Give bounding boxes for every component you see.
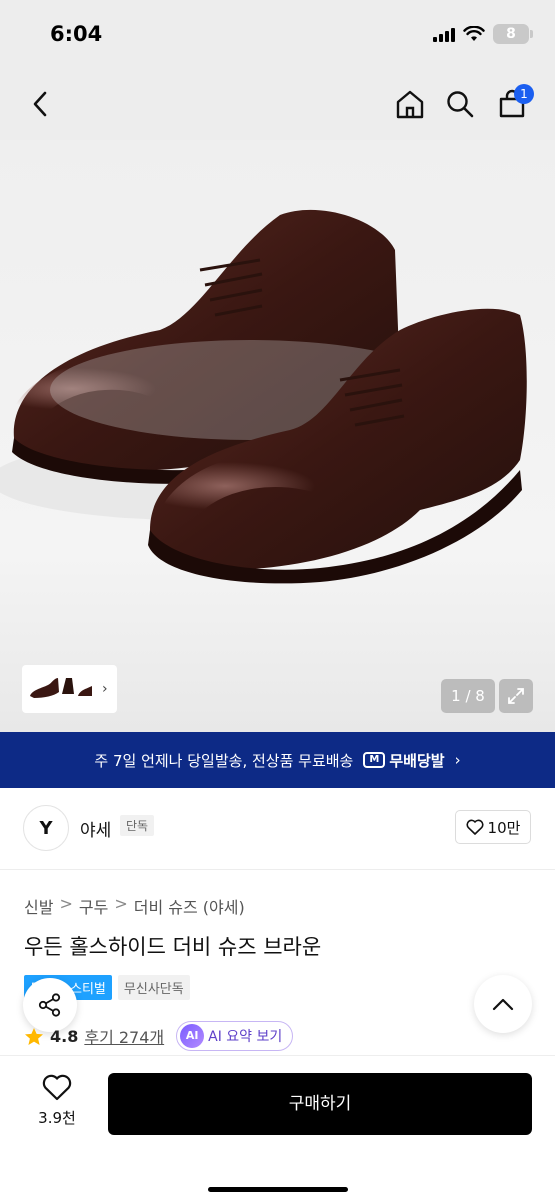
brand-exclusive-tag: 단독: [120, 815, 155, 836]
breadcrumb-item[interactable]: 더비 슈즈 (야세): [134, 894, 245, 918]
rating-row: 4.8 후기 274개 AI AI 요약 보기: [24, 1021, 294, 1051]
brand-like-button[interactable]: 10만: [455, 810, 531, 844]
heart-icon: [42, 1074, 72, 1101]
breadcrumb-separator-icon: >: [59, 894, 73, 913]
back-icon: [33, 91, 47, 117]
nav-bar: 1: [0, 70, 555, 228]
scroll-to-top-button[interactable]: [474, 975, 532, 1033]
brand-logo[interactable]: Y: [23, 805, 69, 851]
wifi-icon: [463, 26, 485, 41]
shipping-banner-text: 주 7일 언제나 당일발송, 전상품 무료배송: [94, 751, 354, 770]
breadcrumb-item[interactable]: 구두: [79, 894, 108, 918]
home-icon: [396, 90, 424, 119]
exclusive-tag: 무신사단독: [117, 975, 190, 1000]
cart-count-badge: 1: [514, 84, 534, 104]
heart-icon: [466, 819, 484, 835]
product-title: 우든 홀스하이드 더비 슈즈 브라운: [24, 935, 322, 959]
bottom-action-bar: 3.9천 구매하기: [0, 1055, 555, 1200]
breadcrumb-separator-icon: >: [114, 894, 128, 913]
wishlist-button[interactable]: 3.9천: [22, 1074, 92, 1128]
buy-button[interactable]: 구매하기: [108, 1073, 532, 1135]
battery-icon: 8: [493, 24, 533, 44]
product-image: [0, 209, 527, 584]
breadcrumb-item[interactable]: 신발: [24, 894, 53, 918]
status-time: 6:04: [50, 22, 103, 46]
star-icon: [25, 1027, 43, 1045]
delivery-truck-icon: M: [363, 752, 386, 768]
breadcrumb: 신발 > 구두 > 더비 슈즈 (야세): [24, 894, 245, 918]
free-delivery-badge: M 무배당발: [363, 750, 445, 771]
free-delivery-label: 무배당발: [389, 751, 445, 770]
home-indicator: [208, 1187, 348, 1192]
ai-summary-button[interactable]: AI AI 요약 보기: [176, 1021, 294, 1051]
search-button[interactable]: [438, 82, 482, 126]
rating-value: 4.8: [50, 1026, 79, 1046]
banner-chevron-icon: ›: [454, 751, 461, 769]
chevron-up-icon: [492, 998, 514, 1011]
status-bar: 6:04 8: [0, 0, 555, 70]
image-page-indicator: 1 / 8: [441, 679, 495, 713]
ai-summary-label: AI 요약 보기: [208, 1029, 283, 1045]
brand-name[interactable]: 야세: [80, 816, 111, 841]
review-count-link[interactable]: 후기 274개: [84, 1024, 164, 1048]
back-button[interactable]: [18, 82, 62, 126]
image-thumbnail[interactable]: ›: [22, 665, 117, 713]
shipping-banner[interactable]: 주 7일 언제나 당일발송, 전상품 무료배송 M 무배당발 ›: [0, 732, 555, 788]
wishlist-count: 3.9천: [38, 1109, 76, 1127]
brand-like-count: 10만: [487, 818, 521, 837]
brand-row: Y 야세 단독 10만: [0, 788, 555, 870]
home-button[interactable]: [388, 82, 432, 126]
product-image-gallery[interactable]: › 1 / 8: [0, 140, 555, 732]
search-icon: [447, 91, 474, 118]
thumbnail-image: [30, 678, 92, 698]
share-icon: [38, 993, 61, 1017]
thumbnail-arrow-icon: ›: [102, 681, 108, 697]
expand-image-button[interactable]: [499, 679, 533, 713]
status-icons: 8: [433, 24, 533, 44]
ai-icon: AI: [180, 1024, 205, 1048]
expand-icon: [508, 688, 524, 704]
cart-button[interactable]: 1: [490, 82, 534, 126]
signal-icon: [433, 26, 455, 42]
